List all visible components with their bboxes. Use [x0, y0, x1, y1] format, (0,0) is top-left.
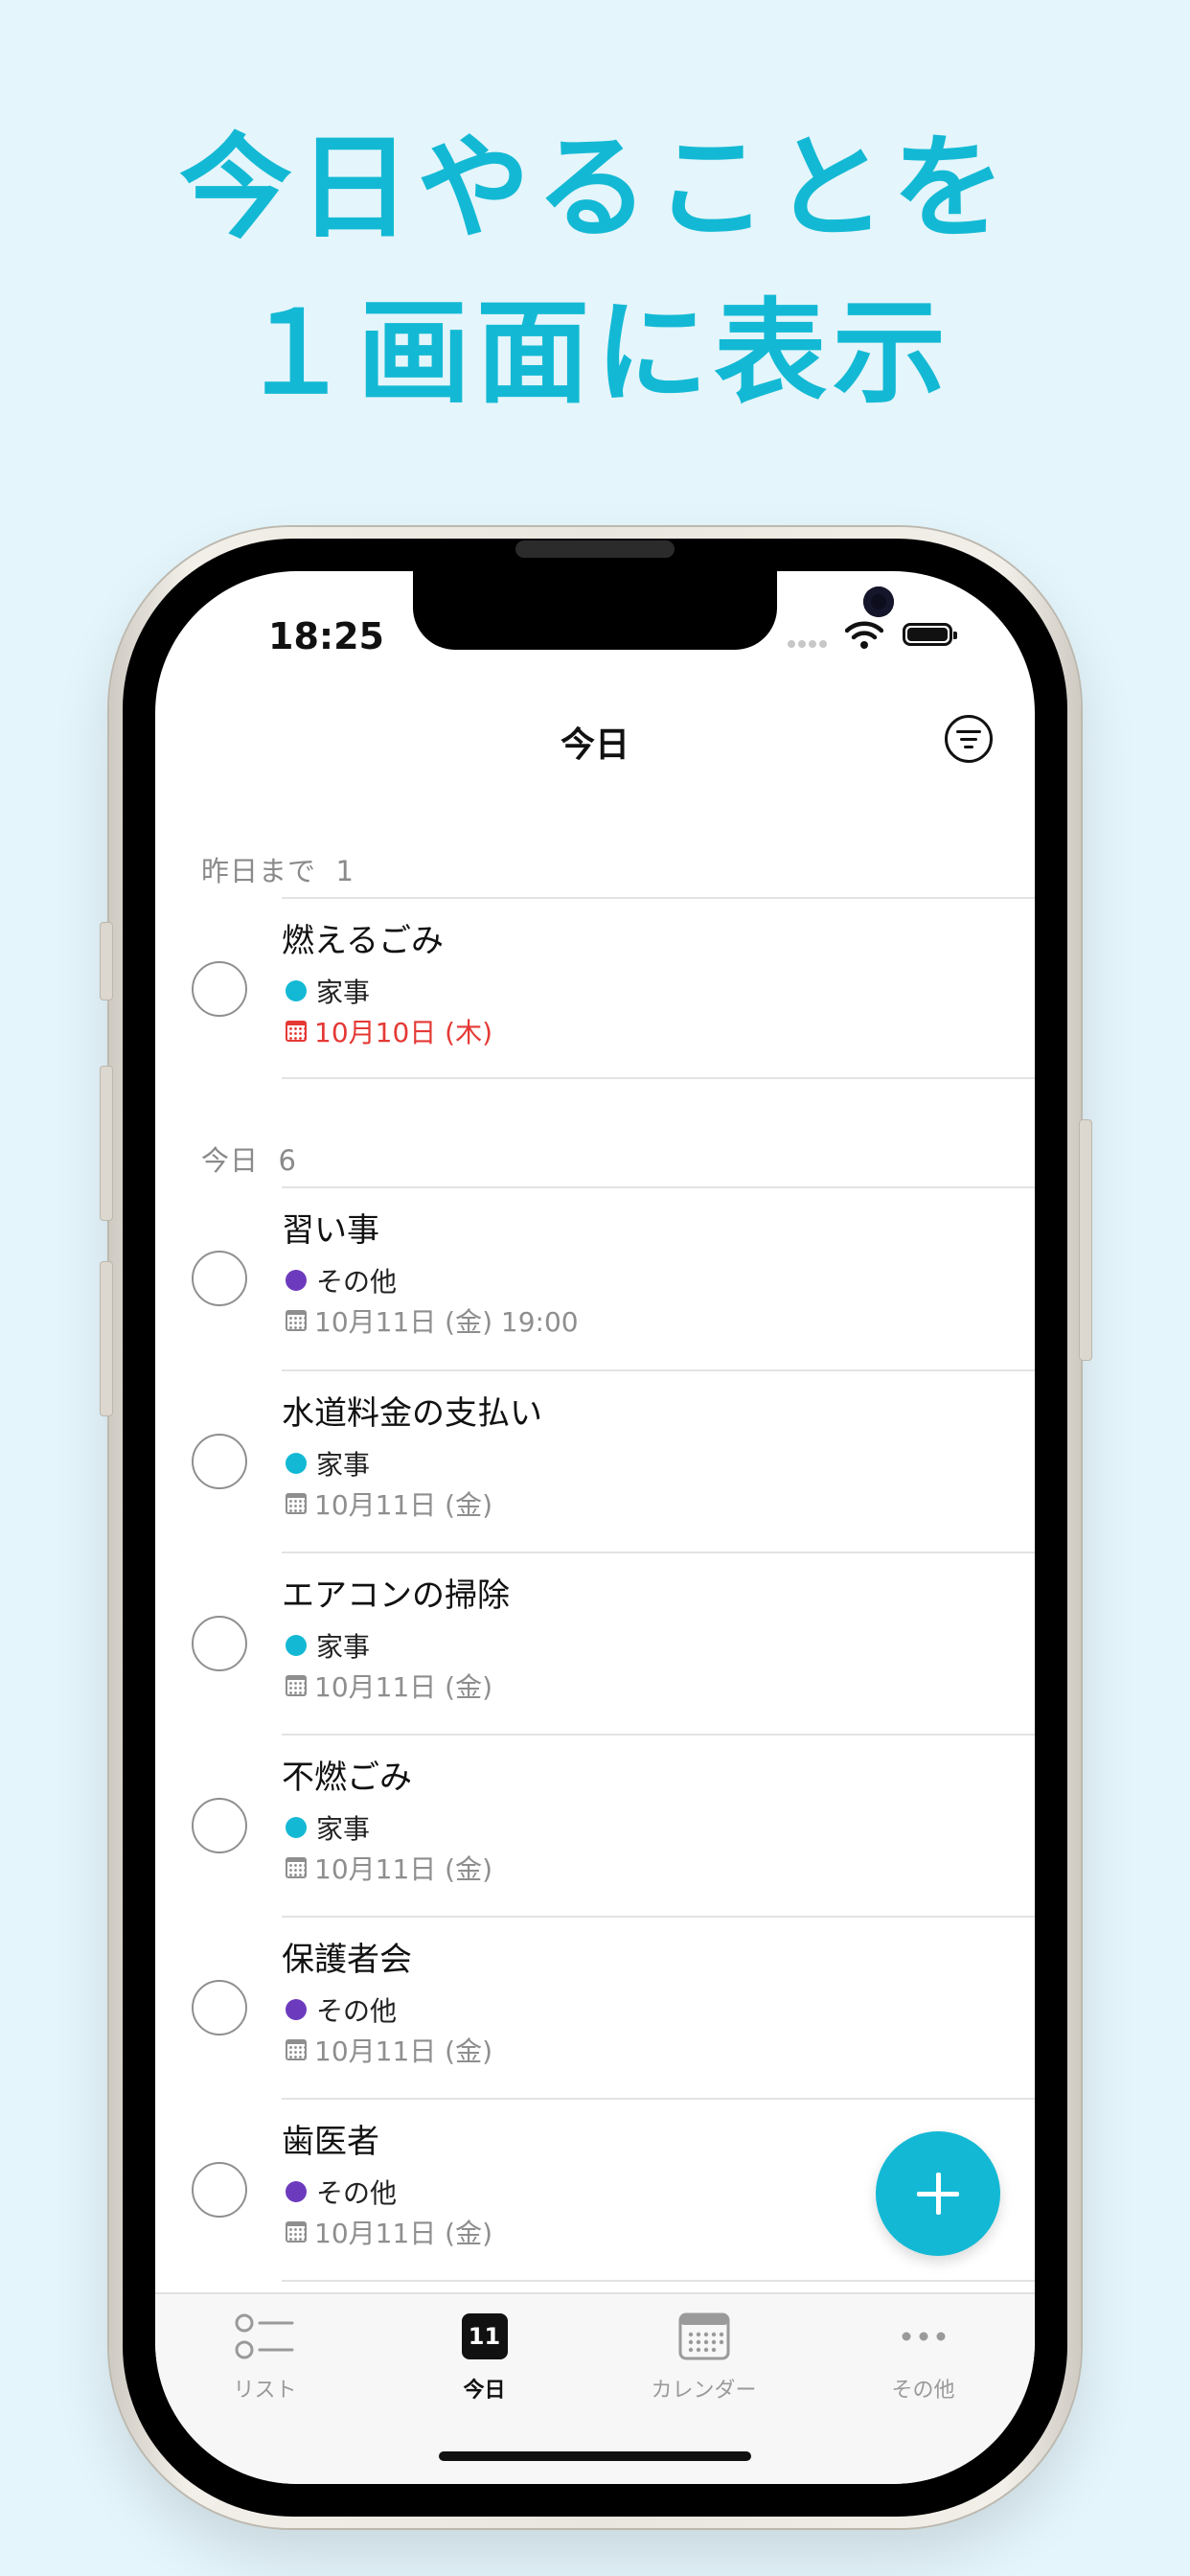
notch	[413, 571, 894, 650]
more-icon	[902, 2332, 945, 2341]
divider	[282, 2280, 1035, 2282]
calendar-icon	[286, 2221, 307, 2242]
tab-list[interactable]: リスト	[155, 2294, 375, 2409]
task-checkbox[interactable]	[192, 1980, 247, 2036]
task-category: その他	[282, 1261, 397, 1300]
headline-line-2: １画面に表示	[238, 287, 951, 419]
task-due-date: 10月11日 (金)	[282, 2031, 492, 2069]
tab-more[interactable]: その他	[813, 2294, 1033, 2409]
tab-label: カレンダー	[651, 2379, 757, 2403]
wifi-icon	[845, 621, 883, 649]
task-row[interactable]: エアコンの掃除 家事 10月11日 (金)	[155, 1553, 1035, 1736]
task-due-date: 10月10日 (木)	[282, 1012, 492, 1050]
filter-icon	[956, 730, 981, 733]
add-task-button[interactable]	[876, 2131, 1000, 2256]
speaker-grille	[515, 540, 675, 558]
task-title: エアコンの掃除	[282, 1576, 510, 1615]
tab-label: リスト	[233, 2379, 297, 2403]
task-category: 家事	[282, 1808, 370, 1847]
calendar-icon	[286, 1310, 307, 1331]
today-icon: 11	[461, 2313, 508, 2359]
task-category: その他	[282, 2173, 397, 2211]
tab-label: その他	[891, 2379, 955, 2403]
task-title: 歯医者	[282, 2123, 379, 2161]
task-due-date: 10月11日 (金)	[282, 1484, 492, 1523]
task-checkbox[interactable]	[192, 961, 247, 1017]
list-icon	[235, 2313, 293, 2359]
task-title: 習い事	[282, 1211, 379, 1250]
task-checkbox[interactable]	[192, 1616, 247, 1671]
task-due-date: 10月11日 (金) 19:00	[282, 1301, 579, 1340]
side-button-volume-up	[100, 1066, 113, 1221]
category-dot-icon	[286, 2181, 307, 2202]
calendar-icon	[286, 1493, 307, 1514]
tab-label: 今日	[463, 2379, 506, 2403]
task-row[interactable]: 燃えるごみ 家事 10月10日 (木)	[155, 899, 1035, 1081]
home-indicator	[439, 2451, 751, 2461]
task-due-date: 10月11日 (金)	[282, 2213, 492, 2251]
cellular-signal-icon	[788, 640, 827, 648]
task-due-date: 10月11日 (金)	[282, 1667, 492, 1705]
side-button-power	[1079, 1119, 1092, 1361]
page-title: 今日	[560, 725, 629, 765]
category-dot-icon	[286, 1270, 307, 1291]
tab-calendar[interactable]: カレンダー	[594, 2294, 813, 2409]
task-row[interactable]: 不燃ごみ 家事 10月11日 (金)	[155, 1736, 1035, 1918]
category-dot-icon	[286, 1635, 307, 1656]
task-row[interactable]: 保護者会 その他 10月11日 (金)	[155, 1918, 1035, 2100]
battery-icon	[903, 623, 957, 646]
category-dot-icon	[286, 1999, 307, 2020]
task-checkbox[interactable]	[192, 2162, 247, 2218]
task-category: 家事	[282, 1626, 370, 1665]
category-dot-icon	[286, 980, 307, 1001]
calendar-icon	[286, 1675, 307, 1696]
task-category: 家事	[282, 972, 370, 1010]
task-row[interactable]: 水道料金の支払い 家事 10月11日 (金)	[155, 1371, 1035, 1553]
promo-headline: 今日やることを １画面に表示	[0, 105, 1190, 435]
phone-screen: 18:25 今日 昨日まで 1 燃えるごみ 家事 10月10日 (木) 今日 6	[155, 571, 1035, 2484]
calendar-icon	[678, 2312, 729, 2360]
today-date-badge: 11	[468, 2323, 501, 2350]
section-header-today: 今日 6	[201, 1144, 297, 1177]
category-dot-icon	[286, 1817, 307, 1838]
task-row[interactable]: 習い事 その他 10月11日 (金) 19:00	[155, 1188, 1035, 1370]
category-dot-icon	[286, 1453, 307, 1474]
side-button-mute	[100, 922, 113, 1000]
divider	[282, 1077, 1035, 1079]
task-checkbox[interactable]	[192, 1798, 247, 1853]
task-title: 燃えるごみ	[282, 922, 444, 960]
task-title: 水道料金の支払い	[282, 1394, 542, 1433]
task-category: 家事	[282, 1444, 370, 1483]
filter-button[interactable]	[945, 715, 993, 763]
section-header-overdue: 昨日まで 1	[201, 855, 355, 887]
task-category: その他	[282, 1990, 397, 2029]
tab-today[interactable]: 11 今日	[375, 2294, 594, 2409]
task-title: 保護者会	[282, 1941, 412, 1979]
side-button-volume-down	[100, 1261, 113, 1416]
camera-icon	[863, 586, 894, 617]
task-due-date: 10月11日 (金)	[282, 1849, 492, 1887]
status-time: 18:25	[268, 615, 384, 657]
headline-line-1: 今日やることを	[178, 122, 1011, 254]
calendar-icon	[286, 1857, 307, 1878]
calendar-icon	[286, 1021, 307, 1042]
task-checkbox[interactable]	[192, 1251, 247, 1306]
calendar-icon	[286, 2039, 307, 2060]
task-checkbox[interactable]	[192, 1434, 247, 1489]
task-title: 不燃ごみ	[282, 1759, 412, 1797]
